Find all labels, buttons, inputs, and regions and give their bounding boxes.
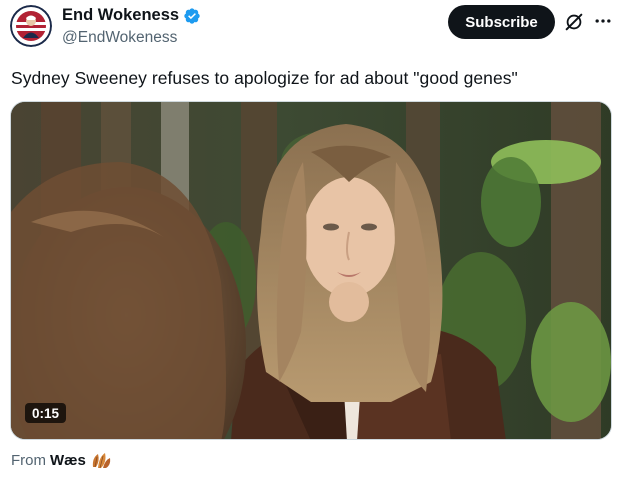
attribution-prefix: From <box>11 451 46 469</box>
avatar[interactable] <box>10 5 52 47</box>
video-thumbnail <box>11 102 611 439</box>
leaves-icon <box>92 453 111 469</box>
account-handle[interactable]: @EndWokeness <box>62 29 177 47</box>
verified-badge-icon <box>184 7 200 24</box>
more-dots-icon[interactable] <box>593 11 613 31</box>
account-name-row[interactable]: End Wokeness <box>62 6 201 25</box>
subscribe-button[interactable]: Subscribe <box>448 5 555 39</box>
source-attribution[interactable]: From Wæs <box>11 451 112 469</box>
grok-icon[interactable] <box>563 11 585 33</box>
end-wokeness-logo-icon <box>10 5 52 47</box>
display-name[interactable]: End Wokeness <box>62 6 179 25</box>
tweet-text: Sydney Sweeney refuses to apologize for … <box>11 68 518 88</box>
video-player[interactable]: 0:15 <box>10 101 612 440</box>
source-name[interactable]: Wæs <box>50 452 86 469</box>
video-duration-badge: 0:15 <box>25 403 67 423</box>
